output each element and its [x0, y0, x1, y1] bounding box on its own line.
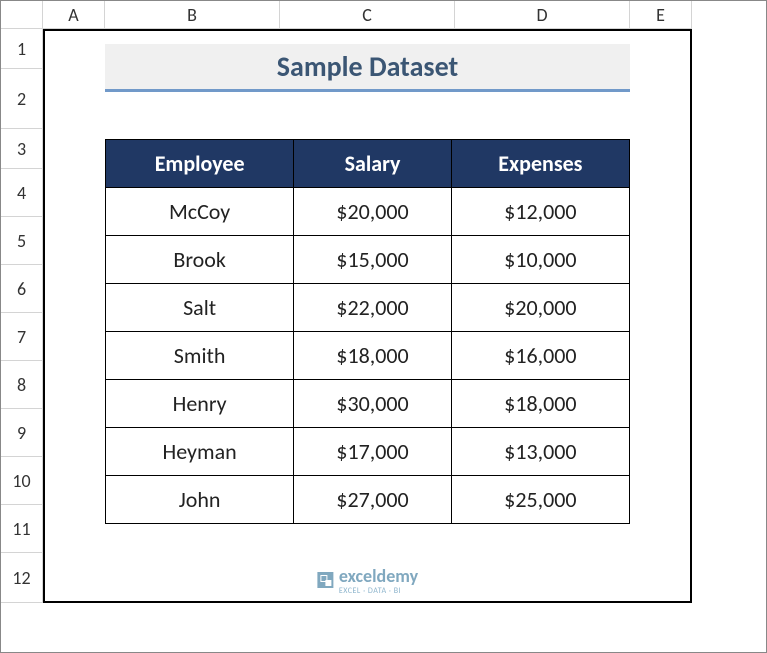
cell-expenses[interactable]: $20,000: [451, 284, 629, 332]
row-header-10[interactable]: 10: [1, 457, 43, 505]
row-header-5[interactable]: 5: [1, 217, 43, 265]
row-header-11[interactable]: 11: [1, 505, 43, 553]
cell-employee[interactable]: McCoy: [106, 188, 294, 236]
row-header-4[interactable]: 4: [1, 169, 43, 217]
header-expenses[interactable]: Expenses: [451, 140, 629, 188]
col-header-A[interactable]: A: [43, 1, 105, 29]
table-row: McCoy$20,000$12,000: [106, 188, 630, 236]
header-salary[interactable]: Salary: [294, 140, 452, 188]
cell-salary[interactable]: $22,000: [294, 284, 452, 332]
row-header-3[interactable]: 3: [1, 129, 43, 169]
cell-employee[interactable]: Smith: [106, 332, 294, 380]
cell-salary[interactable]: $18,000: [294, 332, 452, 380]
cell-salary[interactable]: $20,000: [294, 188, 452, 236]
grid-corner[interactable]: [1, 1, 43, 29]
cell-salary[interactable]: $17,000: [294, 428, 452, 476]
cell-employee[interactable]: Salt: [106, 284, 294, 332]
dataset-title: Sample Dataset: [105, 44, 630, 92]
table-row: Salt$22,000$20,000: [106, 284, 630, 332]
cell-expenses[interactable]: $10,000: [451, 236, 629, 284]
col-header-C[interactable]: C: [280, 1, 455, 29]
data-table: Employee Salary Expenses McCoy$20,000$12…: [105, 139, 630, 524]
row-header-7[interactable]: 7: [1, 313, 43, 361]
col-header-E[interactable]: E: [630, 1, 692, 29]
cell-expenses[interactable]: $16,000: [451, 332, 629, 380]
watermark: exceldemy EXCEL · DATA · BI: [317, 565, 418, 595]
table-row: Henry$30,000$18,000: [106, 380, 630, 428]
cell-employee[interactable]: Brook: [106, 236, 294, 284]
row-header-12[interactable]: 12: [1, 553, 43, 603]
cell-salary[interactable]: $15,000: [294, 236, 452, 284]
row-header-9[interactable]: 9: [1, 409, 43, 457]
cell-expenses[interactable]: $18,000: [451, 380, 629, 428]
col-header-D[interactable]: D: [455, 1, 630, 29]
row-header-2[interactable]: 2: [1, 69, 43, 129]
table-header-row: Employee Salary Expenses: [106, 140, 630, 188]
cell-salary[interactable]: $27,000: [294, 476, 452, 524]
row-header-6[interactable]: 6: [1, 265, 43, 313]
cell-salary[interactable]: $30,000: [294, 380, 452, 428]
watermark-icon: [317, 572, 333, 588]
spreadsheet-grid: A B C D E 1 Sample Dataset Employee Sala…: [1, 1, 766, 652]
cell-expenses[interactable]: $13,000: [451, 428, 629, 476]
table-row: Brook$15,000$10,000: [106, 236, 630, 284]
cell-employee[interactable]: Henry: [106, 380, 294, 428]
content-area: Sample Dataset Employee Salary Expenses …: [43, 29, 692, 603]
cell-expenses[interactable]: $25,000: [451, 476, 629, 524]
row-header-1[interactable]: 1: [1, 29, 43, 69]
cell-employee[interactable]: John: [106, 476, 294, 524]
header-employee[interactable]: Employee: [106, 140, 294, 188]
watermark-brand: exceldemy: [339, 565, 418, 587]
table-row: Heyman$17,000$13,000: [106, 428, 630, 476]
table-row: Smith$18,000$16,000: [106, 332, 630, 380]
watermark-sub: EXCEL · DATA · BI: [339, 587, 418, 595]
row-header-8[interactable]: 8: [1, 361, 43, 409]
table-row: John$27,000$25,000: [106, 476, 630, 524]
cell-expenses[interactable]: $12,000: [451, 188, 629, 236]
col-header-B[interactable]: B: [105, 1, 280, 29]
cell-employee[interactable]: Heyman: [106, 428, 294, 476]
